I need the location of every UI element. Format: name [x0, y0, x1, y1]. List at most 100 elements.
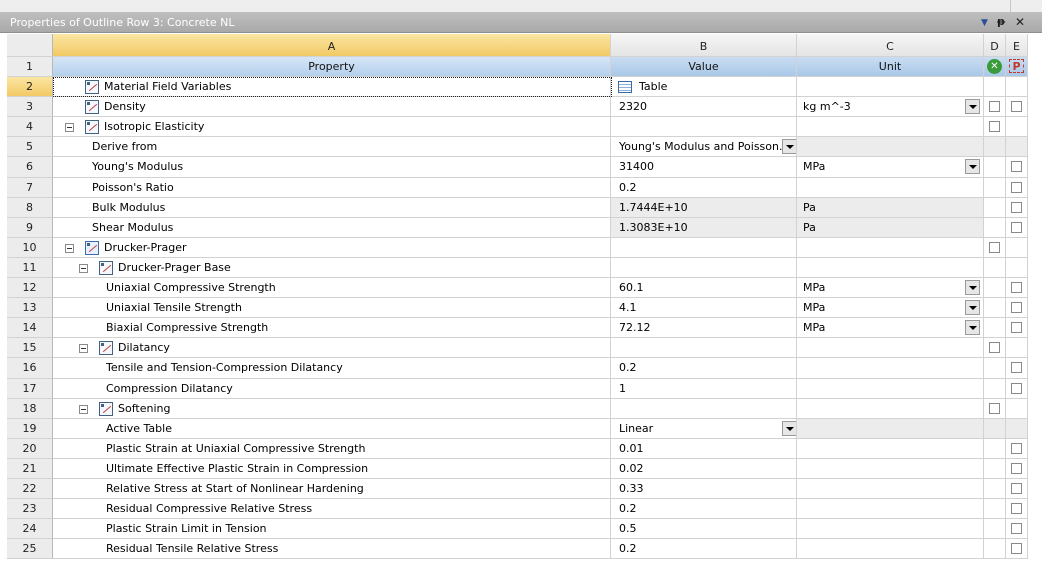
unit-cell[interactable]: MPa: [797, 298, 984, 318]
property-cell[interactable]: Ultimate Effective Plastic Strain in Com…: [53, 459, 611, 479]
property-cell[interactable]: Residual Tensile Relative Stress: [53, 539, 611, 559]
parameter-checkbox[interactable]: [1011, 362, 1022, 373]
value-cell[interactable]: [611, 238, 797, 258]
unit-cell[interactable]: [797, 519, 984, 539]
value-cell[interactable]: [611, 117, 797, 137]
value-cell[interactable]: 0.02: [611, 459, 797, 479]
property-cell[interactable]: Drucker-Prager Base: [53, 258, 611, 278]
checkbox[interactable]: [989, 342, 1000, 353]
column-header-e[interactable]: E: [1006, 34, 1028, 57]
dropdown-arrow-icon[interactable]: [965, 300, 980, 315]
column-header-a[interactable]: A: [53, 34, 611, 57]
unit-cell[interactable]: [797, 258, 984, 278]
property-cell[interactable]: Derive from: [53, 137, 611, 157]
parameter-checkbox[interactable]: [1011, 483, 1022, 494]
property-cell[interactable]: Isotropic Elasticity: [53, 117, 611, 137]
parameter-checkbox[interactable]: [1011, 463, 1022, 474]
collapse-toggle-icon[interactable]: [65, 123, 74, 132]
value-cell[interactable]: 0.5: [611, 519, 797, 539]
parameter-checkbox[interactable]: [1011, 503, 1022, 514]
parameter-checkbox[interactable]: [1011, 523, 1022, 534]
parameter-checkbox[interactable]: [1011, 161, 1022, 172]
parameter-checkbox[interactable]: [1011, 202, 1022, 213]
dropdown-arrow-icon[interactable]: [965, 320, 980, 335]
dropdown-arrow-icon[interactable]: ▼: [981, 16, 988, 30]
parameter-checkbox[interactable]: [1011, 101, 1022, 112]
dropdown-arrow-icon[interactable]: [965, 159, 980, 174]
parameter-checkbox[interactable]: [1011, 302, 1022, 313]
value-cell[interactable]: 0.2: [611, 539, 797, 559]
checkbox[interactable]: [989, 121, 1000, 132]
value-cell[interactable]: 4.1: [611, 298, 797, 318]
property-cell[interactable]: Drucker-Prager: [53, 238, 611, 258]
value-cell[interactable]: Linear: [611, 419, 797, 439]
property-cell[interactable]: Tensile and Tension-Compression Dilatanc…: [53, 358, 611, 379]
parameter-icon[interactable]: P: [1009, 59, 1024, 73]
property-cell[interactable]: Residual Compressive Relative Stress: [53, 499, 611, 519]
value-cell[interactable]: [611, 399, 797, 419]
unit-cell[interactable]: [797, 338, 984, 358]
checkbox[interactable]: [989, 403, 1000, 414]
property-cell[interactable]: Bulk Modulus: [53, 198, 611, 218]
column-header-b[interactable]: B: [611, 34, 797, 57]
value-cell[interactable]: Table: [611, 77, 797, 97]
unit-cell[interactable]: [797, 479, 984, 499]
parameter-checkbox[interactable]: [1011, 383, 1022, 394]
value-cell[interactable]: 0.2: [611, 499, 797, 519]
property-cell[interactable]: Young's Modulus: [53, 157, 611, 178]
dropdown-arrow-icon[interactable]: [965, 99, 980, 114]
parameter-checkbox[interactable]: [1011, 322, 1022, 333]
value-cell[interactable]: 1.7444E+10: [611, 198, 797, 218]
value-cell[interactable]: 72.12: [611, 318, 797, 338]
value-cell[interactable]: 0.01: [611, 439, 797, 459]
unit-cell[interactable]: [797, 439, 984, 459]
checkbox[interactable]: [989, 101, 1000, 112]
unit-cell[interactable]: Pa: [797, 198, 984, 218]
collapse-toggle-icon[interactable]: [79, 264, 88, 273]
property-cell[interactable]: Active Table: [53, 419, 611, 439]
dropdown-arrow-icon[interactable]: [782, 139, 796, 154]
value-cell[interactable]: 1.3083E+10: [611, 218, 797, 238]
unit-cell[interactable]: [797, 499, 984, 519]
property-cell[interactable]: Relative Stress at Start of Nonlinear Ha…: [53, 479, 611, 499]
property-cell[interactable]: Plastic Strain at Uniaxial Compressive S…: [53, 439, 611, 459]
unit-cell[interactable]: [797, 178, 984, 198]
unit-cell[interactable]: [797, 539, 984, 559]
collapse-toggle-icon[interactable]: [65, 244, 74, 253]
property-cell[interactable]: Shear Modulus: [53, 218, 611, 238]
unit-cell[interactable]: kg m^-3: [797, 97, 984, 117]
collapse-toggle-icon[interactable]: [79, 405, 88, 414]
column-header-d[interactable]: D: [984, 34, 1006, 57]
checkbox[interactable]: [989, 242, 1000, 253]
unit-cell[interactable]: [797, 399, 984, 419]
value-cell[interactable]: 2320: [611, 97, 797, 117]
column-header-c[interactable]: C: [797, 34, 984, 57]
unit-cell[interactable]: [797, 379, 984, 399]
value-cell[interactable]: 0.2: [611, 358, 797, 379]
property-cell[interactable]: Material Field Variables: [53, 77, 611, 97]
property-cell[interactable]: Biaxial Compressive Strength: [53, 318, 611, 338]
parameter-checkbox[interactable]: [1011, 282, 1022, 293]
property-cell[interactable]: Softening: [53, 399, 611, 419]
dropdown-arrow-icon[interactable]: [965, 280, 980, 295]
parameter-checkbox[interactable]: [1011, 222, 1022, 233]
pin-icon[interactable]: ᵽ: [997, 15, 1005, 29]
unit-cell[interactable]: [797, 238, 984, 258]
value-cell[interactable]: 31400: [611, 157, 797, 178]
value-cell[interactable]: [611, 258, 797, 278]
property-cell[interactable]: Plastic Strain Limit in Tension: [53, 519, 611, 539]
parameter-checkbox[interactable]: [1011, 443, 1022, 454]
check-circle-icon[interactable]: ✕: [987, 59, 1002, 74]
value-cell[interactable]: 0.33: [611, 479, 797, 499]
unit-cell[interactable]: MPa: [797, 157, 984, 178]
property-cell[interactable]: Density: [53, 97, 611, 117]
property-cell[interactable]: Uniaxial Compressive Strength: [53, 278, 611, 298]
close-icon[interactable]: ✕: [1015, 15, 1025, 29]
unit-cell[interactable]: Pa: [797, 218, 984, 238]
unit-cell[interactable]: MPa: [797, 278, 984, 298]
value-cell[interactable]: 60.1: [611, 278, 797, 298]
unit-cell[interactable]: [797, 358, 984, 379]
value-cell[interactable]: [611, 338, 797, 358]
parameter-checkbox[interactable]: [1011, 543, 1022, 554]
dropdown-arrow-icon[interactable]: [782, 421, 796, 436]
